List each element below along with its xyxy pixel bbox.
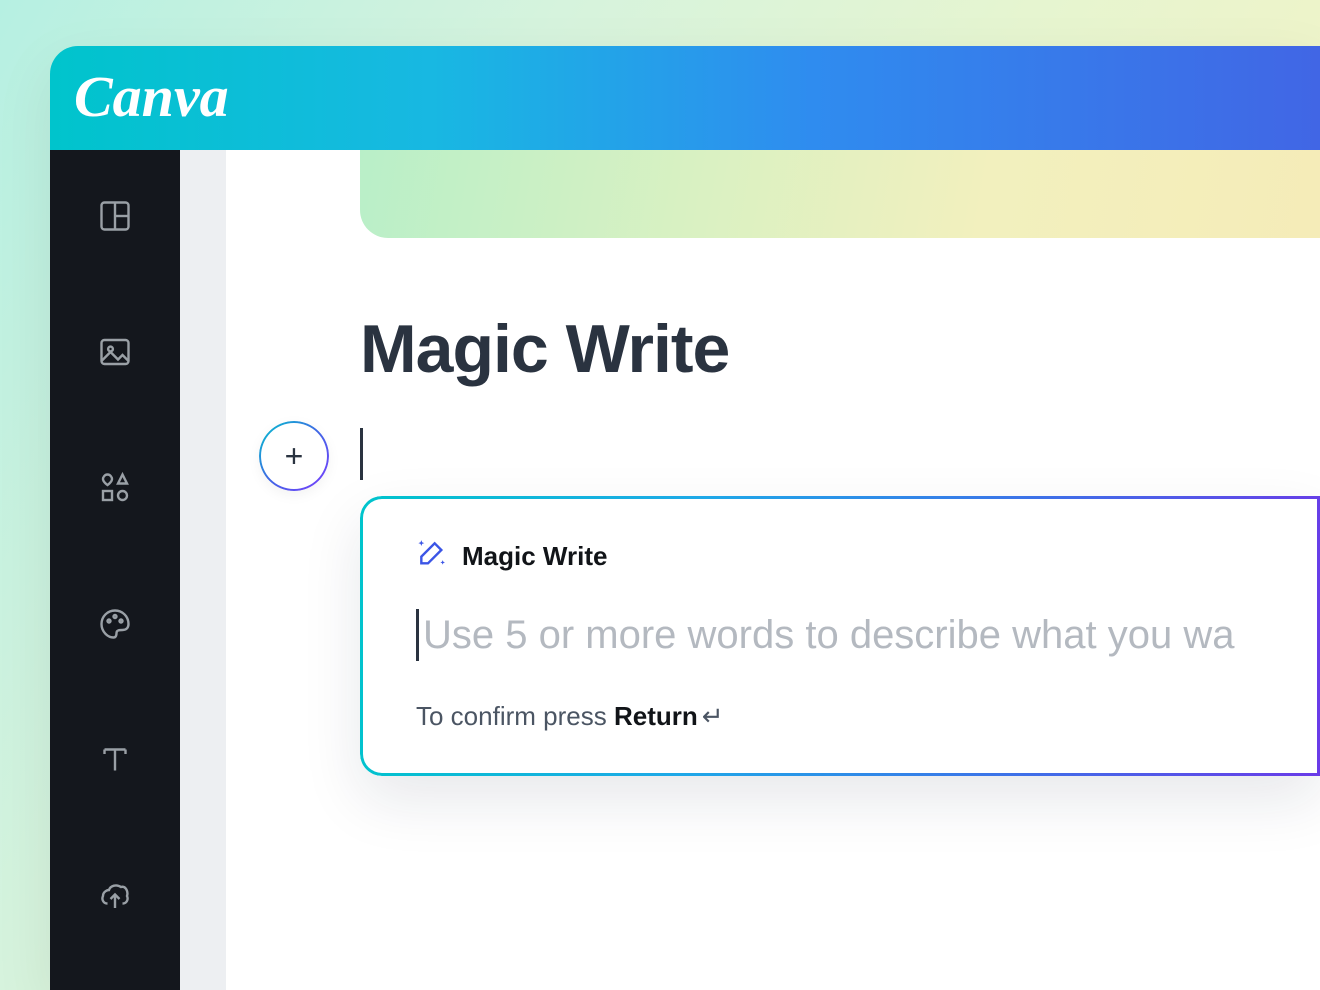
input-placeholder: Use 5 or more words to describe what you… — [423, 613, 1234, 658]
input-cursor — [416, 609, 419, 661]
upload-icon[interactable] — [95, 876, 135, 916]
return-key-icon: ↵ — [702, 701, 724, 731]
magic-write-icon — [416, 538, 448, 575]
plus-icon: + — [285, 438, 304, 475]
secondary-panel-strip — [180, 150, 226, 990]
magic-write-panel-title: Magic Write — [462, 541, 607, 572]
layout-icon[interactable] — [95, 196, 135, 236]
topbar: Canva — [50, 46, 1320, 150]
brand-logo[interactable]: Canva — [74, 63, 229, 130]
colors-icon[interactable] — [95, 604, 135, 644]
sidebar — [50, 150, 180, 990]
document-banner — [360, 150, 1320, 238]
document-text-cursor — [360, 428, 363, 480]
add-block-button[interactable]: + — [260, 422, 328, 490]
magic-write-input[interactable]: Use 5 or more words to describe what you… — [416, 609, 1264, 661]
canvas-area: Magic Write + Magic — [226, 150, 1320, 990]
page-title: Magic Write — [360, 310, 729, 388]
confirm-hint: To confirm press Return↵ — [416, 701, 1264, 732]
elements-icon[interactable] — [95, 468, 135, 508]
text-icon[interactable] — [95, 740, 135, 780]
magic-write-panel: Magic Write Use 5 or more words to descr… — [360, 496, 1320, 776]
image-icon[interactable] — [95, 332, 135, 372]
app-window: Canva — [50, 46, 1320, 990]
